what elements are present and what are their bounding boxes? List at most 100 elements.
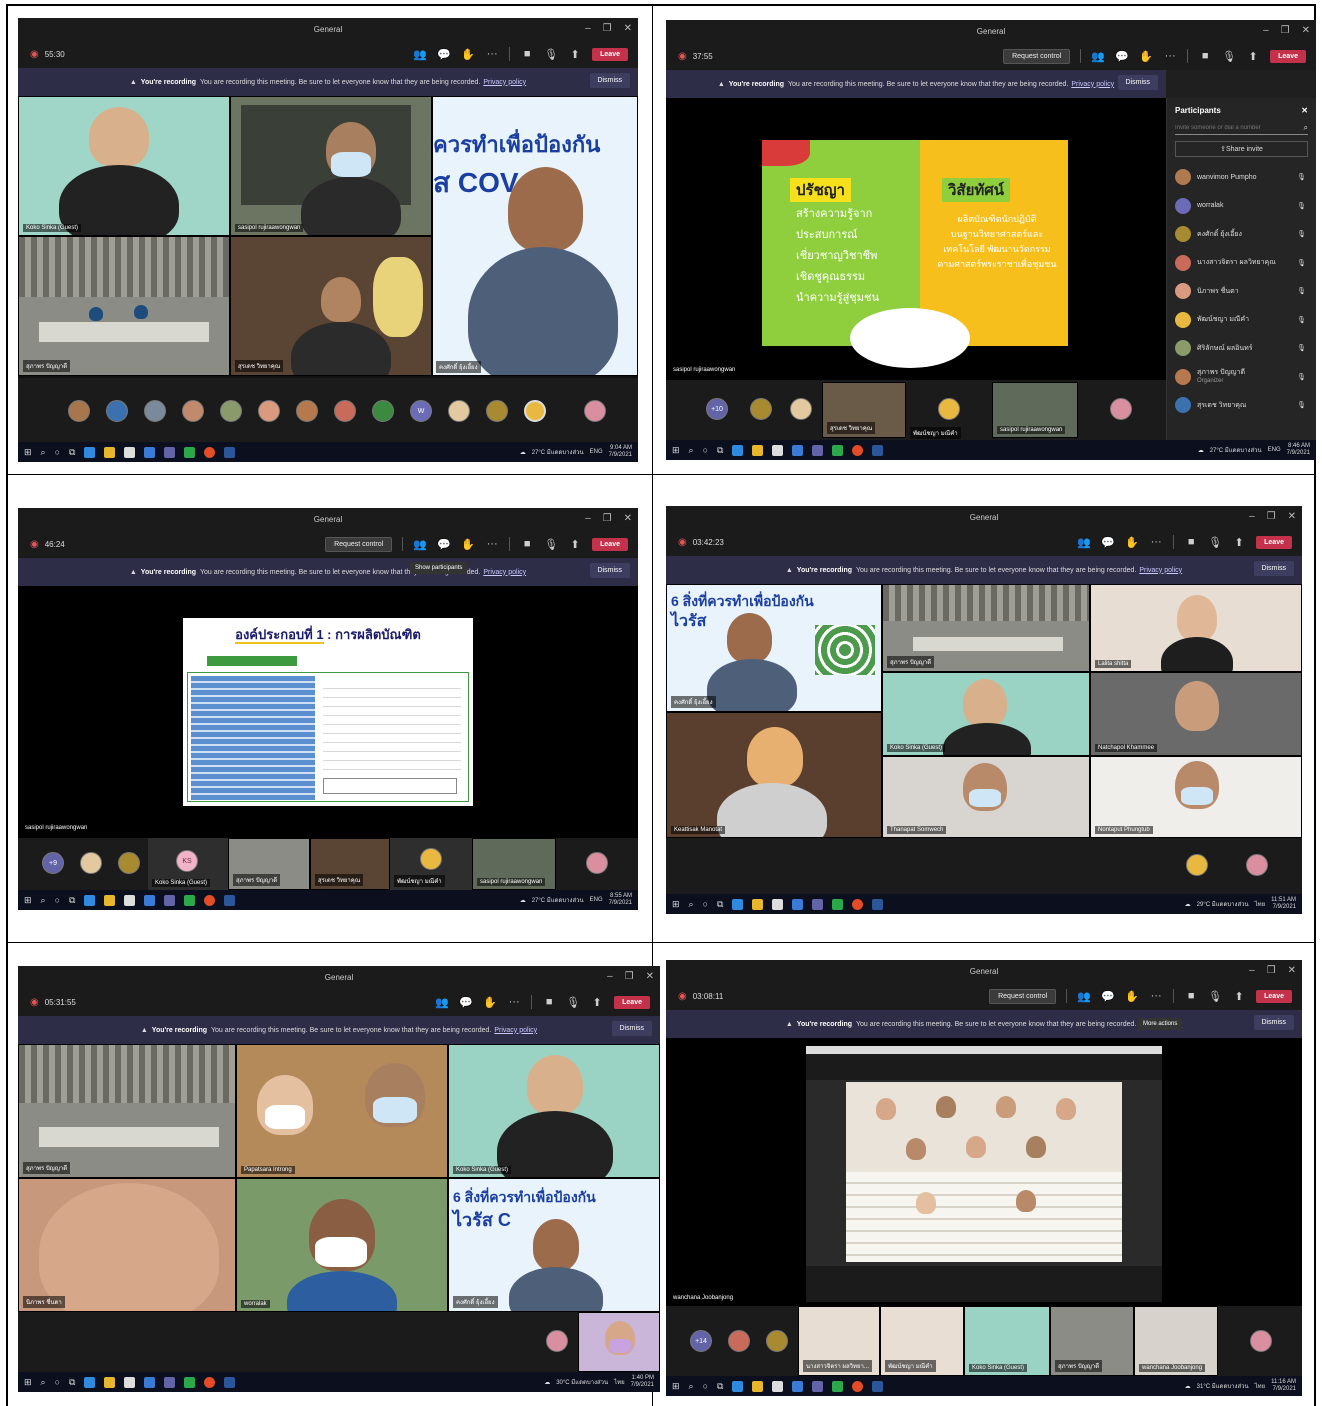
request-control-button[interactable]: Request control [325, 536, 393, 552]
video-tile[interactable]: wanchana Joobanjong [1134, 1306, 1218, 1376]
cortana-icon[interactable]: ○ [55, 1377, 60, 1387]
dismiss-button[interactable]: Dismiss [589, 73, 630, 88]
folder-icon[interactable] [104, 894, 116, 906]
video-tile[interactable]: สุรเดช วิทยาคุณ [230, 236, 432, 376]
camera-off-icon[interactable]: ■ [1184, 536, 1198, 548]
store-icon[interactable] [772, 1380, 784, 1392]
mic-off-icon[interactable]: 🎙 [1208, 536, 1222, 549]
share-icon[interactable]: ⬆ [1246, 50, 1260, 63]
windows-start-icon[interactable]: ⊞ [672, 445, 680, 456]
minimize-icon[interactable]: – [607, 971, 613, 982]
cortana-icon[interactable]: ○ [55, 895, 60, 905]
video-tile[interactable]: Thanapat Somwech [882, 756, 1090, 838]
video-tile[interactable]: สุภาพร ปัญญาดี [1050, 1306, 1134, 1376]
teams-icon[interactable] [812, 898, 824, 910]
word-icon[interactable] [224, 446, 236, 458]
teams-icon[interactable] [164, 894, 176, 906]
minimize-icon[interactable]: – [1263, 25, 1269, 36]
video-tile[interactable]: 6 สิ่งที่ควรทำเพื่อป้องกัน ไวรัส คงศักดิ… [666, 584, 882, 712]
line-icon[interactable] [184, 894, 196, 906]
close-icon[interactable]: ✕ [1288, 965, 1296, 976]
teams-icon[interactable] [812, 1380, 824, 1392]
dismiss-button[interactable]: Dismiss [1117, 75, 1158, 90]
task-view-icon[interactable]: ⧉ [717, 445, 723, 456]
video-tile[interactable]: Koko Sinka (Guest) [964, 1306, 1050, 1376]
chrome-icon[interactable] [852, 1380, 864, 1392]
more-actions-icon[interactable]: ··· [507, 996, 521, 1008]
mic-off-icon[interactable]: 🎙 [544, 538, 558, 551]
cortana-icon[interactable]: ○ [703, 445, 708, 455]
folder-icon[interactable] [752, 1380, 764, 1392]
store-icon[interactable] [124, 894, 136, 906]
cortana-icon[interactable]: ○ [703, 1381, 708, 1391]
maximize-icon[interactable]: ❐ [1281, 25, 1290, 36]
mic-off-icon[interactable]: 🎙 [544, 48, 558, 61]
participant-row[interactable]: สุภาพร ปัญญาดี Organizer 🎙 [1167, 363, 1316, 392]
close-icon[interactable]: ✕ [624, 23, 632, 34]
windows-start-icon[interactable]: ⊞ [672, 899, 680, 910]
search-icon[interactable]: ⌕ [689, 1381, 694, 1392]
leave-button[interactable]: Leave [592, 47, 628, 61]
cortana-icon[interactable]: ○ [703, 899, 708, 909]
windows-start-icon[interactable]: ⊞ [24, 1377, 32, 1388]
overflow-count[interactable]: +10 [706, 398, 728, 420]
line-icon[interactable] [184, 446, 196, 458]
mic-off-icon[interactable]: 🎙 [566, 996, 580, 1009]
mail-icon[interactable] [144, 894, 156, 906]
chrome-icon[interactable] [852, 898, 864, 910]
word-icon[interactable] [872, 444, 884, 456]
participant-row[interactable]: worralak 🎙 [1167, 192, 1316, 221]
folder-icon[interactable] [104, 446, 116, 458]
video-tile[interactable]: Koko Sinka (Guest) [882, 672, 1090, 756]
raise-hand-icon[interactable]: ✋ [1125, 990, 1139, 1003]
minimize-icon[interactable]: – [585, 513, 591, 524]
folder-icon[interactable] [752, 444, 764, 456]
leave-button[interactable]: Leave [1256, 989, 1292, 1003]
overflow-count[interactable]: +14 [690, 1330, 712, 1352]
avatar[interactable] [766, 1330, 788, 1352]
line-icon[interactable] [184, 1376, 196, 1388]
avatar[interactable] [486, 400, 508, 422]
folder-icon[interactable] [104, 1376, 116, 1388]
video-tile[interactable]: สุภาพร ปัญญาดี [228, 838, 310, 890]
chrome-icon[interactable] [204, 1376, 216, 1388]
dismiss-button[interactable]: Dismiss [1253, 1015, 1294, 1030]
avatar[interactable] [334, 400, 356, 422]
avatar[interactable] [1110, 398, 1132, 420]
privacy-link[interactable]: Privacy policy [1071, 81, 1114, 88]
avatar[interactable]: W [410, 400, 432, 422]
avatar[interactable] [182, 400, 204, 422]
participant-row[interactable]: คงศักดิ์ ยุ้งเอี้ยง 🎙 [1167, 220, 1316, 249]
leave-button[interactable]: Leave [592, 537, 628, 551]
edge-icon[interactable] [84, 894, 96, 906]
folder-icon[interactable] [752, 898, 764, 910]
close-icon[interactable]: ✕ [1288, 511, 1296, 522]
leave-button[interactable]: Leave [1256, 535, 1292, 549]
avatar[interactable] [296, 400, 318, 422]
windows-start-icon[interactable]: ⊞ [24, 895, 32, 906]
video-tile[interactable]: sasipol rujiraawongwan [472, 838, 556, 890]
more-actions-icon[interactable]: ··· [1149, 990, 1163, 1002]
edge-icon[interactable] [732, 444, 744, 456]
mail-icon[interactable] [144, 446, 156, 458]
avatar[interactable] [586, 852, 608, 874]
edge-icon[interactable] [732, 1380, 744, 1392]
camera-icon[interactable]: ■ [520, 48, 534, 60]
share-icon[interactable]: ⬆ [1232, 536, 1246, 549]
video-tile[interactable]: สุรเดช วิทยาคุณ [822, 382, 906, 438]
participant-row[interactable]: พัฒน์ชญา มณีคำ 🎙 [1167, 306, 1316, 335]
teams-icon[interactable] [164, 446, 176, 458]
task-view-icon[interactable]: ⧉ [69, 895, 75, 906]
request-control-button[interactable]: Request control [1003, 48, 1071, 64]
search-icon[interactable]: ⌕ [41, 1377, 46, 1388]
more-actions-icon[interactable]: ··· [1163, 50, 1177, 62]
dismiss-button[interactable]: Dismiss [589, 563, 630, 578]
video-tile[interactable]: worralak [236, 1178, 448, 1312]
search-icon[interactable]: ⌕ [689, 445, 694, 456]
avatar[interactable] [144, 400, 166, 422]
video-tile[interactable]: 6 สิ่งที่ควรทำเพื่อป้องกัน ไวรัส C คงศัก… [448, 1178, 660, 1312]
line-icon[interactable] [832, 1380, 844, 1392]
participant-row[interactable]: wanvimon Pumpho 🎙 [1167, 163, 1316, 192]
line-icon[interactable] [832, 444, 844, 456]
avatar[interactable] [1250, 1330, 1272, 1352]
